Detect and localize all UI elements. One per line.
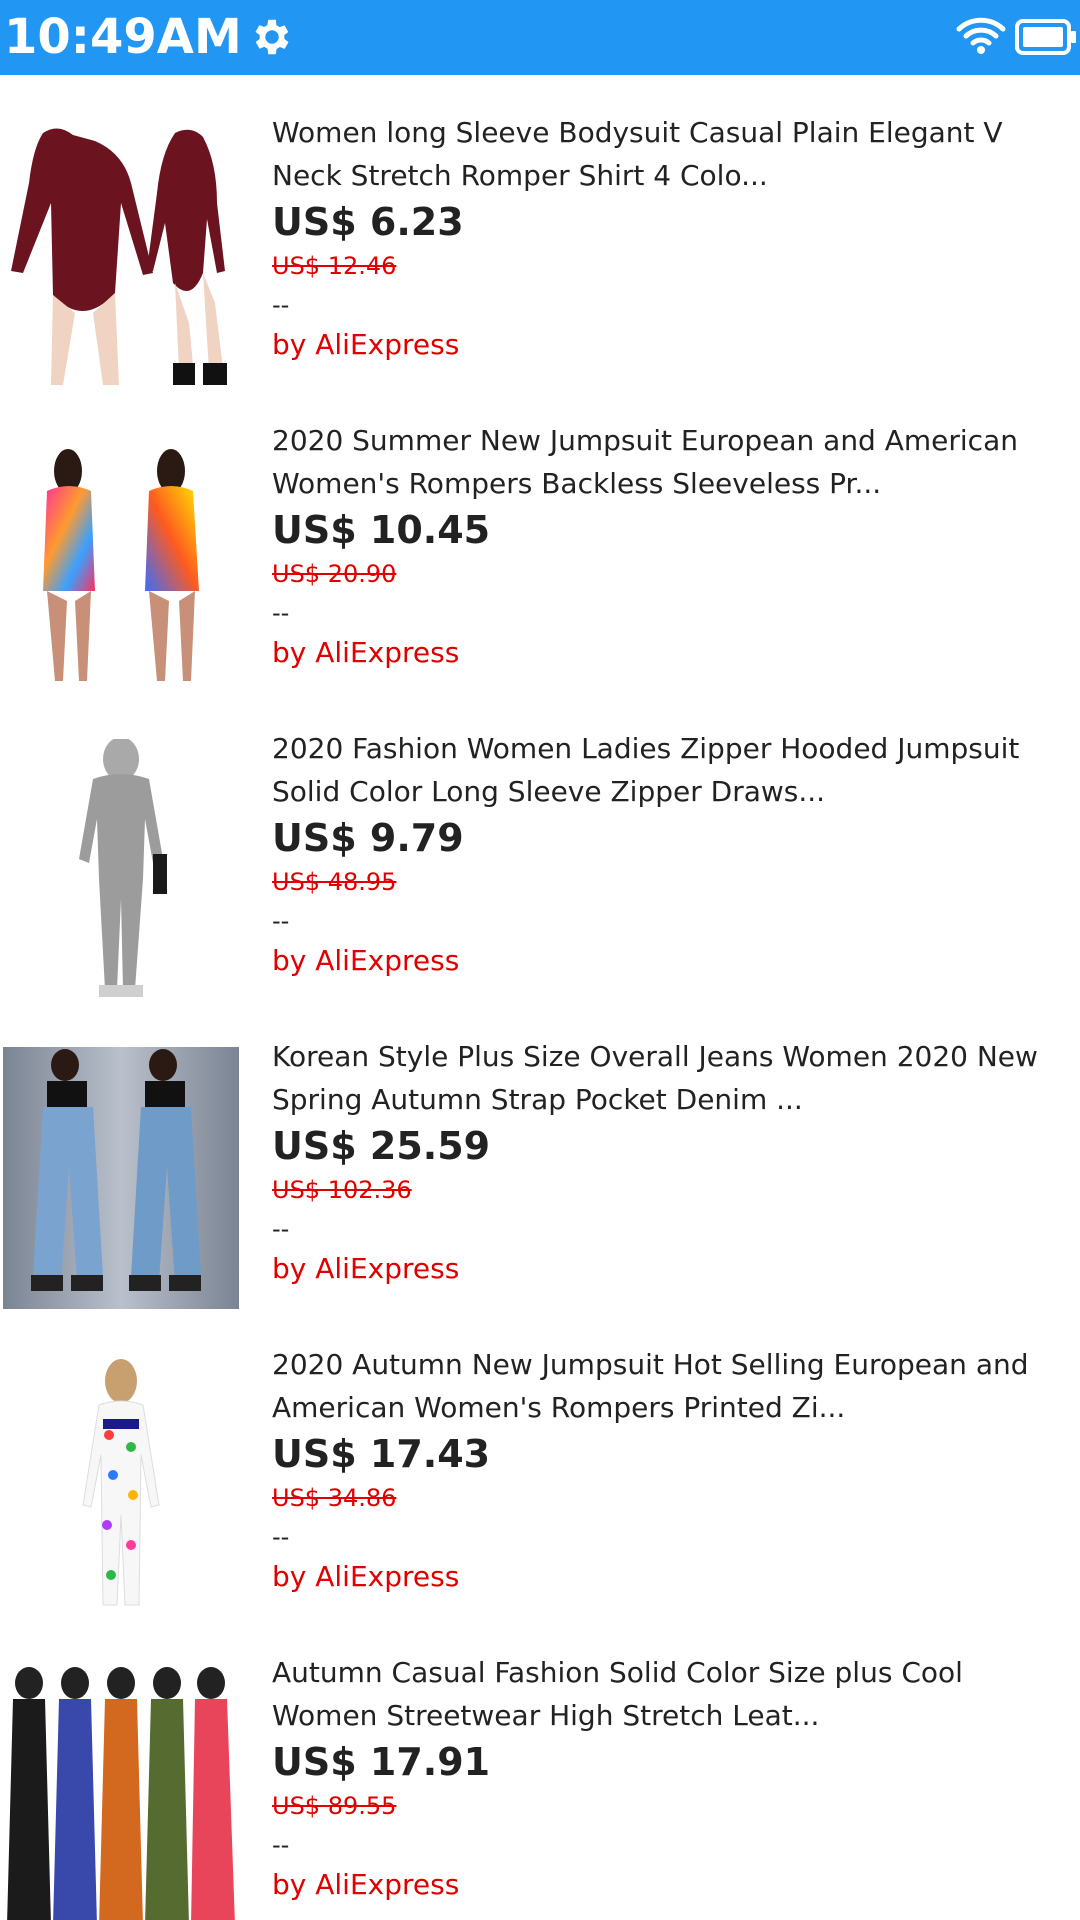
product-item[interactable]: 2020 Fashion Women Ladies Zipper Hooded … <box>0 691 1080 1001</box>
product-thumbnail[interactable] <box>3 431 239 693</box>
product-image <box>3 739 239 1001</box>
product-seller: by AliExpress <box>272 328 460 361</box>
product-price: US$ 25.59 <box>272 1124 491 1168</box>
product-rating: -- <box>272 1523 290 1551</box>
product-thumbnail[interactable] <box>3 1663 239 1920</box>
gear-icon <box>255 19 289 55</box>
product-original-price: US$ 12.46 <box>272 252 397 280</box>
product-seller: by AliExpress <box>272 944 460 977</box>
product-title[interactable]: Autumn Casual Fashion Solid Color Size p… <box>272 1651 1072 1737</box>
product-price: US$ 17.91 <box>272 1740 491 1784</box>
product-original-price: US$ 48.95 <box>272 868 397 896</box>
product-price: US$ 6.23 <box>272 200 464 244</box>
product-rating: -- <box>272 1831 290 1859</box>
product-seller: by AliExpress <box>272 1868 460 1901</box>
product-rating: -- <box>272 291 290 319</box>
product-image <box>3 1663 239 1920</box>
status-time: 10:49AM <box>4 9 242 65</box>
product-title[interactable]: 2020 Summer New Jumpsuit European and Am… <box>272 419 1072 505</box>
product-item[interactable]: 2020 Autumn New Jumpsuit Hot Selling Eur… <box>0 1307 1080 1617</box>
product-item[interactable]: 2020 Summer New Jumpsuit European and Am… <box>0 383 1080 693</box>
product-title[interactable]: Women long Sleeve Bodysuit Casual Plain … <box>272 111 1072 197</box>
product-thumbnail[interactable] <box>3 739 239 1001</box>
product-original-price: US$ 89.55 <box>272 1792 397 1820</box>
product-image <box>3 1047 239 1309</box>
product-title[interactable]: 2020 Autumn New Jumpsuit Hot Selling Eur… <box>272 1343 1072 1429</box>
product-item[interactable]: Korean Style Plus Size Overall Jeans Wom… <box>0 999 1080 1309</box>
product-thumbnail[interactable] <box>3 1355 239 1617</box>
product-item[interactable]: Women long Sleeve Bodysuit Casual Plain … <box>0 75 1080 385</box>
product-thumbnail[interactable] <box>3 123 239 385</box>
product-title[interactable]: 2020 Fashion Women Ladies Zipper Hooded … <box>272 727 1072 813</box>
product-original-price: US$ 102.36 <box>272 1176 412 1204</box>
product-rating: -- <box>272 907 290 935</box>
product-original-price: US$ 20.90 <box>272 560 397 588</box>
product-image <box>3 1355 239 1617</box>
wifi-icon <box>956 17 1006 54</box>
product-list[interactable]: Women long Sleeve Bodysuit Casual Plain … <box>0 75 1080 1920</box>
product-price: US$ 9.79 <box>272 816 464 860</box>
product-price: US$ 17.43 <box>272 1432 491 1476</box>
status-bar: 10:49AM <box>0 0 1080 75</box>
product-rating: -- <box>272 599 290 627</box>
product-seller: by AliExpress <box>272 636 460 669</box>
product-original-price: US$ 34.86 <box>272 1484 397 1512</box>
product-seller: by AliExpress <box>272 1252 460 1285</box>
product-thumbnail[interactable] <box>3 1047 239 1309</box>
battery-icon <box>1015 19 1076 55</box>
product-seller: by AliExpress <box>272 1560 460 1593</box>
product-image <box>3 123 239 385</box>
product-title[interactable]: Korean Style Plus Size Overall Jeans Wom… <box>272 1035 1072 1121</box>
product-image <box>3 431 239 693</box>
product-rating: -- <box>272 1215 290 1243</box>
product-price: US$ 10.45 <box>272 508 491 552</box>
product-item[interactable]: Autumn Casual Fashion Solid Color Size p… <box>0 1615 1080 1920</box>
